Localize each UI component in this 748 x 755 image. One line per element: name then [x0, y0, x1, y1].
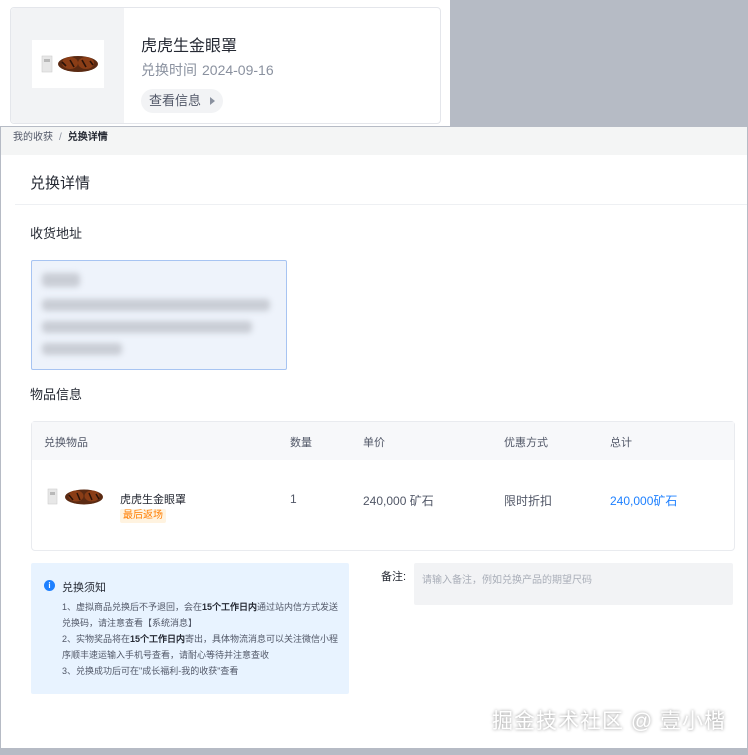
col-header-discount: 优惠方式 [504, 437, 548, 449]
breadcrumb: 我的收获 / 兑换详情 [1, 127, 747, 155]
address-phone-redacted [42, 343, 122, 355]
notice-text: 1、虚拟商品兑换后不予退回，会在 [62, 602, 203, 612]
watermark: 掘金技术社区 @ 壹小楷 [492, 710, 726, 733]
exchange-date: 兑换时间 2024-09-16 [141, 60, 274, 80]
info-icon: i [44, 580, 55, 591]
product-image [32, 40, 104, 88]
items-section-title: 物品信息 [30, 387, 83, 402]
notice-body: 1、虚拟商品兑换后不予退回，会在15个工作日内通过站内信方式发送兑换码，请注意查… [62, 599, 342, 679]
exchange-date-label: 兑换时间 [141, 62, 197, 78]
top-panel: 虎虎生金眼罩 兑换时间 2024-09-16 查看信息 [0, 0, 450, 126]
notice-highlight: 15个工作日内 [130, 634, 186, 644]
table-header: 兑换物品 数量 单价 优惠方式 总计 [32, 422, 734, 460]
item-quantity: 1 [290, 492, 297, 506]
item-image [44, 475, 108, 519]
col-header-item: 兑换物品 [44, 437, 88, 449]
address-section-title: 收货地址 [30, 226, 83, 241]
col-header-unit-price: 单价 [363, 437, 385, 449]
remark-label: 备注: [381, 571, 407, 583]
address-name-redacted [42, 273, 80, 287]
address-line-redacted [42, 321, 252, 333]
notice-line-2: 2、实物奖品将在15个工作日内寄出，具体物流消息可以关注微信小程序顺丰速运输入手… [62, 631, 342, 663]
product-summary-card[interactable]: 虎虎生金眼罩 兑换时间 2024-09-16 查看信息 [10, 7, 441, 124]
notice-line-3: 3、兑换成功后可在"成长福利-我的收获"查看 [62, 666, 239, 676]
detail-card: 兑换详情 收货地址 物品信息 兑换物品 数量 单价 优惠方式 总计 虎虎生金眼罩… [15, 155, 747, 748]
item-total[interactable]: 240,000矿石 [610, 492, 677, 509]
page-title: 兑换详情 [30, 175, 91, 192]
caret-right-icon [210, 97, 216, 105]
breadcrumb-parent[interactable]: 我的收获 [13, 132, 53, 143]
notice-text: 2、实物奖品将在 [62, 634, 131, 644]
remark-input[interactable] [414, 563, 733, 605]
notice-highlight: 15个工作日内 [202, 602, 258, 612]
product-title: 虎虎生金眼罩 [141, 38, 238, 55]
exchange-date-value: 2024-09-16 [202, 62, 274, 78]
card-header: 兑换详情 [15, 155, 747, 205]
exchange-detail-panel: 我的收获 / 兑换详情 兑换详情 收货地址 物品信息 兑换物品 数量 单价 优惠方式… [1, 127, 747, 748]
exchange-notice: i 兑换须知 1、虚拟商品兑换后不予退回，会在15个工作日内通过站内信方式发送兑… [31, 563, 349, 694]
item-discount: 限时折扣 [504, 494, 553, 508]
item-unit-price: 240,000 矿石 [363, 494, 434, 508]
breadcrumb-separator: / [59, 132, 62, 143]
notice-line-1: 1、虚拟商品兑换后不予退回，会在15个工作日内通过站内信方式发送兑换码，请注意查… [62, 599, 342, 631]
item-tag-badge: 最后返场 [120, 509, 166, 523]
address-line-redacted [42, 299, 270, 311]
items-table: 兑换物品 数量 单价 优惠方式 总计 虎虎生金眼罩 最后返场 1 240,000… [31, 421, 735, 551]
notice-title: 兑换须知 [62, 582, 106, 594]
address-card[interactable] [31, 260, 287, 370]
col-header-total: 总计 [610, 437, 632, 449]
view-info-label: 查看信息 [149, 93, 202, 108]
col-header-quantity: 数量 [290, 437, 312, 449]
breadcrumb-current: 兑换详情 [67, 132, 108, 143]
view-info-button[interactable]: 查看信息 [141, 89, 224, 113]
item-name: 虎虎生金眼罩 [120, 494, 186, 506]
